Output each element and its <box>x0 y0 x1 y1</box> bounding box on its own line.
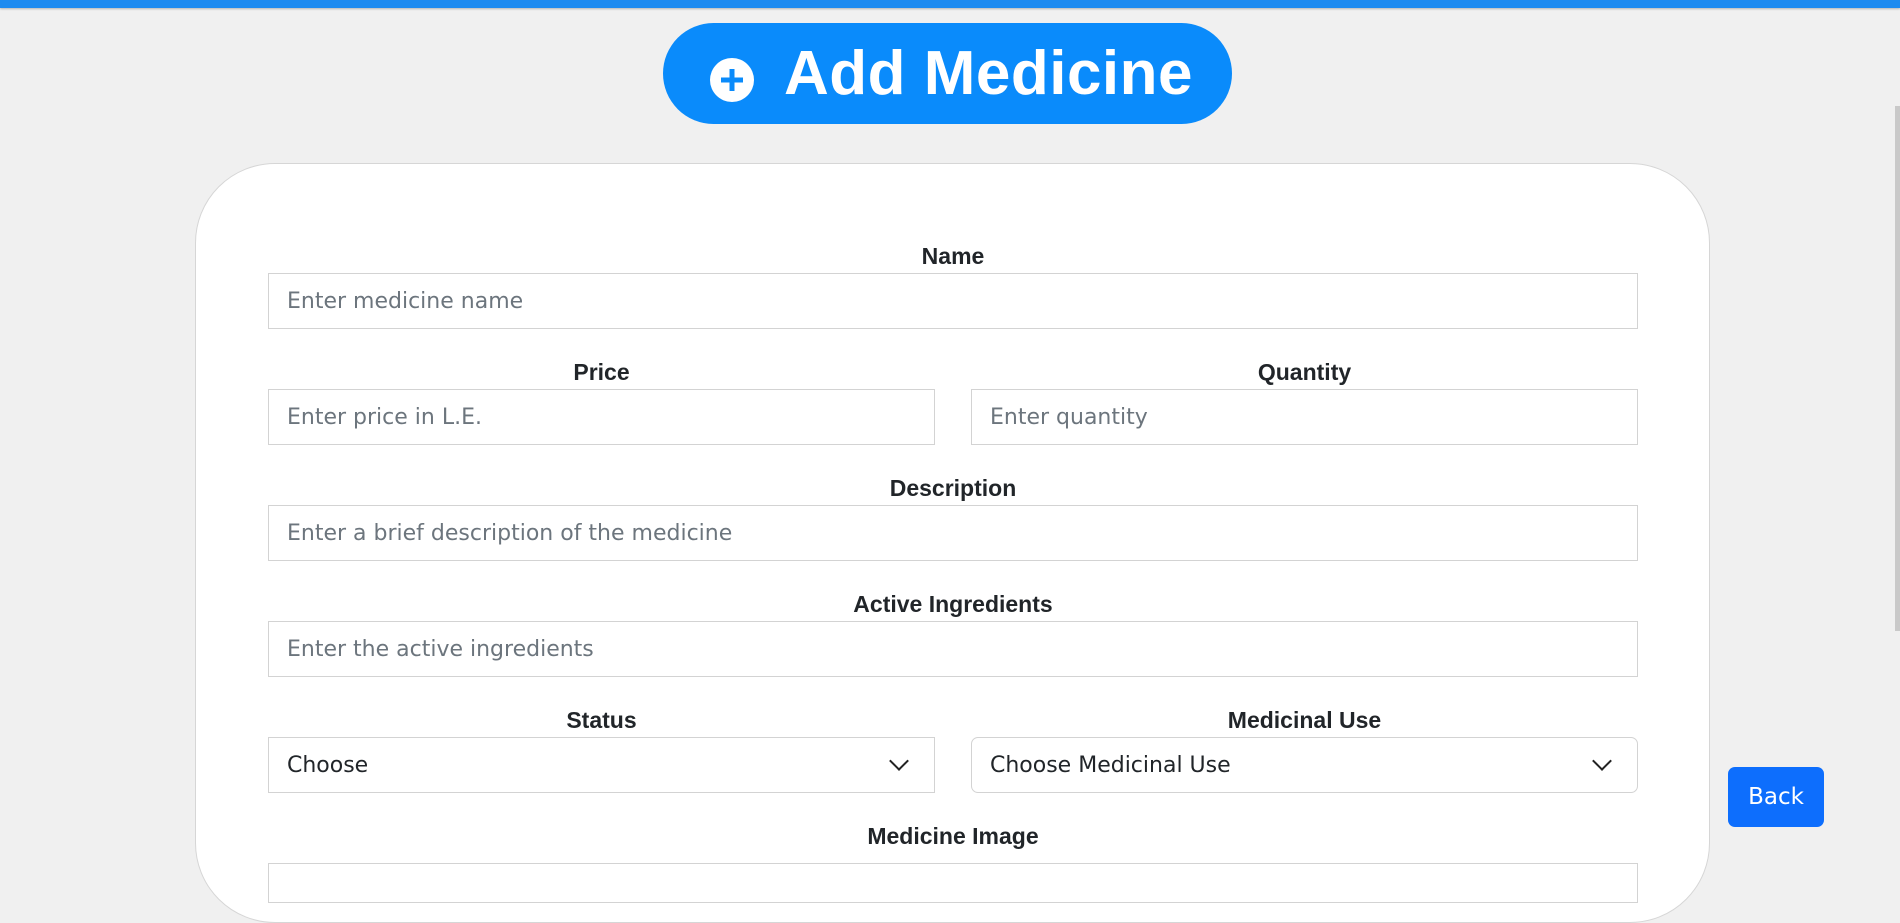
name-label: Name <box>921 243 985 269</box>
status-select[interactable]: Choose <box>268 737 935 793</box>
page-scrollbar[interactable] <box>1895 8 1900 865</box>
description-input[interactable] <box>268 505 1638 561</box>
plus-circle-icon <box>709 57 754 102</box>
chevron-down-icon <box>889 751 909 771</box>
page-title-banner: Add Medicine <box>663 23 1232 124</box>
medicinal-use-label: Medicinal Use <box>1227 707 1382 733</box>
back-button[interactable]: Back <box>1728 767 1824 827</box>
active-ingredients-label: Active Ingredients <box>853 591 1053 617</box>
active-ingredients-input[interactable] <box>268 621 1638 677</box>
medicinal-use-selected-value: Choose Medicinal Use <box>990 752 1231 778</box>
medicinal-use-select[interactable]: Choose Medicinal Use <box>971 737 1638 793</box>
description-label: Description <box>889 475 1017 501</box>
medicine-image-label: Medicine Image <box>867 823 1039 849</box>
status-selected-value: Choose <box>287 752 369 778</box>
name-input[interactable] <box>268 273 1638 329</box>
price-input[interactable] <box>268 389 935 445</box>
quantity-input[interactable] <box>971 389 1638 445</box>
price-label: Price <box>573 359 630 385</box>
status-label: Status <box>566 707 637 733</box>
quantity-label: Quantity <box>1257 359 1352 385</box>
top-accent-bar <box>0 0 1900 8</box>
scrollbar-thumb[interactable] <box>1895 106 1900 631</box>
medicine-image-input[interactable] <box>268 863 1638 903</box>
chevron-down-icon <box>1592 751 1612 771</box>
page-title: Add Medicine <box>783 39 1194 108</box>
